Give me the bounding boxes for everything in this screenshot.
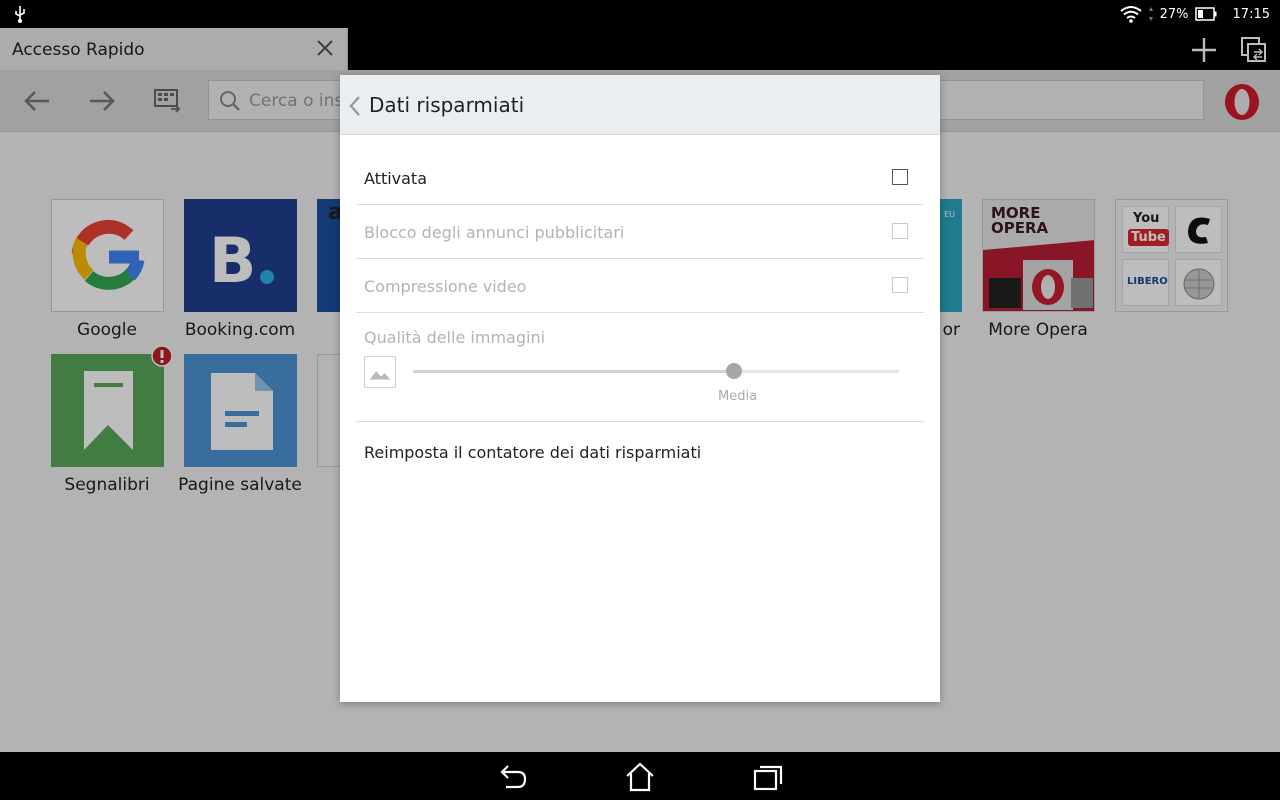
- adblock-checkbox[interactable]: [892, 223, 908, 239]
- chevron-left-icon[interactable]: [348, 95, 362, 117]
- home-nav-icon[interactable]: [624, 762, 656, 792]
- data-savings-dialog: Dati risparmiati Attivata Blocco degli a…: [340, 75, 940, 702]
- slider-thumb[interactable]: [726, 363, 742, 379]
- slider-fill: [413, 370, 734, 373]
- recent-apps-nav-icon[interactable]: [752, 762, 784, 792]
- image-icon: [364, 356, 396, 388]
- setting-adblock-row[interactable]: Blocco degli annunci pubblicitari: [356, 205, 924, 259]
- dialog-header: Dati risparmiati: [340, 75, 940, 135]
- clock: 17:15: [1232, 6, 1270, 22]
- slider-value-label: Media: [718, 389, 758, 404]
- setting-enabled-row[interactable]: Attivata: [356, 151, 924, 205]
- wifi-icon: [1120, 6, 1142, 23]
- usb-icon: [15, 6, 25, 23]
- back-nav-icon[interactable]: [496, 762, 528, 792]
- setting-label: Blocco degli annunci pubblicitari: [364, 223, 625, 242]
- reset-counter-label: Reimposta il contatore dei dati risparmi…: [364, 443, 702, 462]
- image-quality-row: Qualità delle immagini: [356, 313, 924, 422]
- data-arrows-icon: [1148, 7, 1153, 21]
- battery-icon: [1194, 7, 1217, 21]
- system-nav-bar: [0, 752, 1280, 800]
- image-quality-label: Qualità delle immagini: [364, 328, 546, 347]
- setting-label: Attivata: [364, 169, 428, 188]
- enabled-checkbox[interactable]: [892, 169, 908, 185]
- setting-video-compression-row[interactable]: Compressione video: [356, 259, 924, 313]
- status-right: 27% 17:15: [1120, 0, 1280, 28]
- video-compression-checkbox[interactable]: [892, 277, 908, 293]
- image-quality-slider[interactable]: [413, 363, 899, 379]
- reset-counter-row[interactable]: Reimposta il contatore dei dati risparmi…: [356, 422, 924, 482]
- status-bar: 27% 17:15: [0, 0, 1280, 28]
- setting-label: Compressione video: [364, 277, 527, 296]
- battery-percent: 27%: [1159, 6, 1189, 22]
- dialog-title: Dati risparmiati: [369, 93, 525, 117]
